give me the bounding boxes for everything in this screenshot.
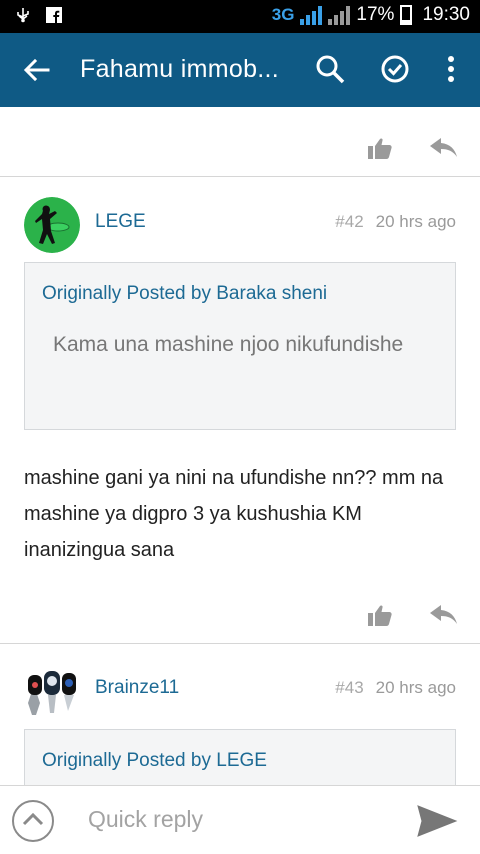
reply-icon[interactable] [430, 605, 458, 625]
network-type: 3G [271, 5, 295, 24]
post-number[interactable]: #43 [335, 678, 363, 697]
reply-icon[interactable] [430, 138, 458, 158]
like-icon[interactable] [368, 137, 392, 159]
post-time: 20 hrs ago [375, 212, 456, 231]
post-number[interactable]: #42 [335, 212, 363, 231]
username[interactable]: Brainze11 [95, 677, 179, 699]
username[interactable]: LEGE [95, 211, 146, 233]
expand-reply-button[interactable] [12, 800, 54, 842]
post-header: LEGE #42 20 hrs ago [24, 197, 456, 253]
battery-level: 17% [356, 4, 395, 25]
divider [0, 176, 480, 177]
chevron-up-icon [22, 812, 44, 826]
status-bar: 3G 17% 19:30 [0, 0, 480, 33]
quote-text: Kama una mashine njoo nikufundishe [53, 333, 404, 356]
more-vert-icon[interactable] [435, 53, 467, 85]
send-icon[interactable] [416, 804, 458, 838]
quote-box: Originally Posted by Baraka sheni Kama u… [24, 262, 456, 430]
quote-author[interactable]: Originally Posted by Baraka sheni [42, 283, 327, 305]
post-header: Brainze11 #43 20 hrs ago [24, 663, 456, 719]
signal-2-icon [328, 5, 351, 25]
quote-author[interactable]: Originally Posted by LEGE [42, 750, 267, 772]
check-circle-icon[interactable] [379, 53, 411, 85]
clock: 19:30 [422, 4, 470, 25]
battery-icon [400, 5, 413, 25]
thread-title: Fahamu immob... [80, 55, 280, 83]
post-meta: #42 20 hrs ago [335, 212, 456, 232]
quote-box: Originally Posted by LEGE [24, 729, 456, 785]
post-meta: #43 20 hrs ago [335, 678, 456, 698]
post-actions [368, 604, 458, 626]
quick-reply-input[interactable]: Quick reply [88, 806, 203, 833]
avatar[interactable] [24, 197, 80, 253]
quick-reply-bar: Quick reply [0, 785, 480, 854]
like-icon[interactable] [368, 604, 392, 626]
back-arrow-icon[interactable] [22, 55, 52, 85]
search-icon[interactable] [314, 53, 346, 85]
divider [0, 643, 480, 644]
post-time: 20 hrs ago [375, 678, 456, 697]
usb-icon [17, 8, 29, 23]
thread-content[interactable]: LEGE #42 20 hrs ago Originally Posted by … [0, 107, 480, 785]
post-body: mashine gani ya nini na ufundishe nn?? m… [24, 467, 444, 561]
signal-icon [300, 5, 323, 25]
post-actions [368, 137, 458, 159]
facebook-icon [46, 7, 62, 23]
app-bar: Fahamu immob... [0, 33, 480, 107]
avatar[interactable] [24, 663, 80, 719]
